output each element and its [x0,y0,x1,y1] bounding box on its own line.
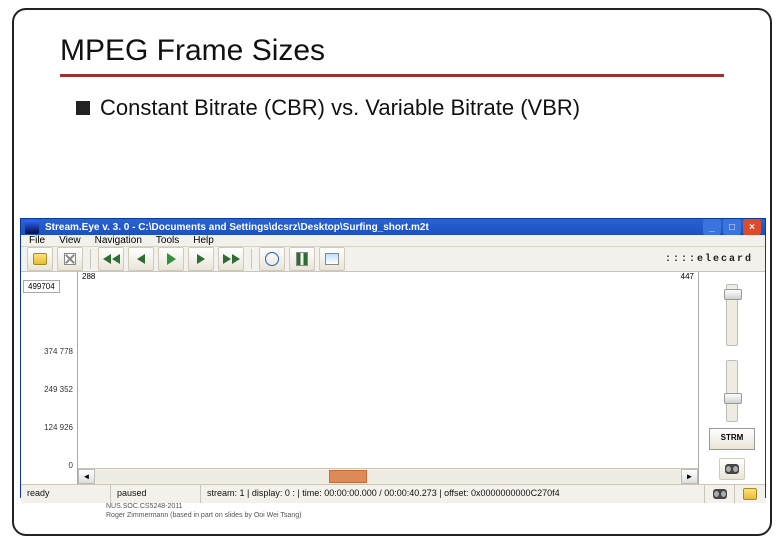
frame-info-button[interactable] [289,247,315,271]
skip-forward-button[interactable] [218,247,244,271]
page-title: MPEG Frame Sizes [60,34,724,77]
forward-icon [223,254,231,264]
play-icon [167,253,176,265]
step-forward-icon [197,254,205,264]
menu-tools[interactable]: Tools [156,235,179,246]
menubar: File View Navigation Tools Help [21,235,765,247]
x-max-label: 447 [681,272,694,281]
forward-icon [232,254,240,264]
window-maximize-button[interactable]: □ [723,219,741,235]
step-back-icon [137,254,145,264]
step-back-button[interactable] [128,247,154,271]
status-bar: ready paused stream: 1 | display: 0 : | … [21,484,765,503]
timeline-scrollbar[interactable]: ◄ ► [78,468,698,484]
binoculars-icon [725,464,739,474]
stream-info-button[interactable] [259,247,285,271]
app-icon [25,220,39,234]
step-forward-button[interactable] [188,247,214,271]
close-file-button[interactable] [57,247,83,271]
frame-size-chart[interactable]: 288 447 ◄ ► [77,272,699,484]
menu-view[interactable]: View [59,235,81,246]
open-file-button[interactable] [27,247,53,271]
rewind-icon [112,254,120,264]
picture-view-button[interactable] [319,247,345,271]
skip-back-button[interactable] [98,247,124,271]
y-tick-label: 124 926 [44,423,73,432]
slide-footer: NUS.SOC.CS5248-2011 Roger Zimmermann (ba… [106,503,301,520]
menu-help[interactable]: Help [193,235,214,246]
brand-logo: ::::elecard [665,254,759,265]
footer-line-2: Roger Zimmermann (based in part on slide… [106,512,301,520]
toolbar: ::::elecard [21,247,765,272]
stream-selector[interactable]: STRM [709,428,755,450]
window-titlebar[interactable]: Stream.Eye v. 3. 0 - C:\Documents and Se… [21,219,765,235]
folder-open-icon [743,488,757,500]
info-icon [265,252,279,266]
window-title: Stream.Eye v. 3. 0 - C:\Documents and Se… [45,222,703,233]
scroll-right-button[interactable]: ► [681,469,698,484]
zoom-vertical-slider[interactable] [726,284,738,346]
scale-vertical-slider[interactable] [726,360,738,422]
bullet-icon [76,101,90,115]
status-search[interactable] [705,485,735,503]
binoculars-icon [713,489,727,499]
status-play: paused [111,485,201,503]
rewind-icon [103,254,111,264]
status-tool[interactable] [735,485,765,503]
play-button[interactable] [158,247,184,271]
y-tick-label: 374 778 [44,347,73,356]
bar-chart-icon [296,252,308,266]
menu-file[interactable]: File [29,235,45,246]
picture-icon [325,253,339,265]
folder-open-icon [33,253,47,265]
window-minimize-button[interactable]: _ [703,219,721,235]
status-state: ready [21,485,111,503]
scroll-left-button[interactable]: ◄ [78,469,95,484]
y-axis: 499704 0 124 926 249 352 374 778 [21,272,77,484]
y-tick-label: 0 [69,461,73,470]
x-min-label: 288 [82,272,95,281]
menu-navigation[interactable]: Navigation [95,235,142,246]
y-max-box: 499704 [23,280,60,293]
window-close-button[interactable]: × [743,219,761,235]
find-button[interactable] [719,458,745,480]
status-info: stream: 1 | display: 0 : | time: 00:00:0… [201,485,705,503]
y-tick-label: 249 352 [44,385,73,394]
close-icon [64,253,76,265]
app-window: Stream.Eye v. 3. 0 - C:\Documents and Se… [20,218,766,498]
footer-line-1: NUS.SOC.CS5248-2011 [106,503,301,511]
bullet-text: Constant Bitrate (CBR) vs. Variable Bitr… [100,95,580,121]
scroll-thumb[interactable] [329,470,367,483]
chart-side-panel: STRM [699,272,765,484]
